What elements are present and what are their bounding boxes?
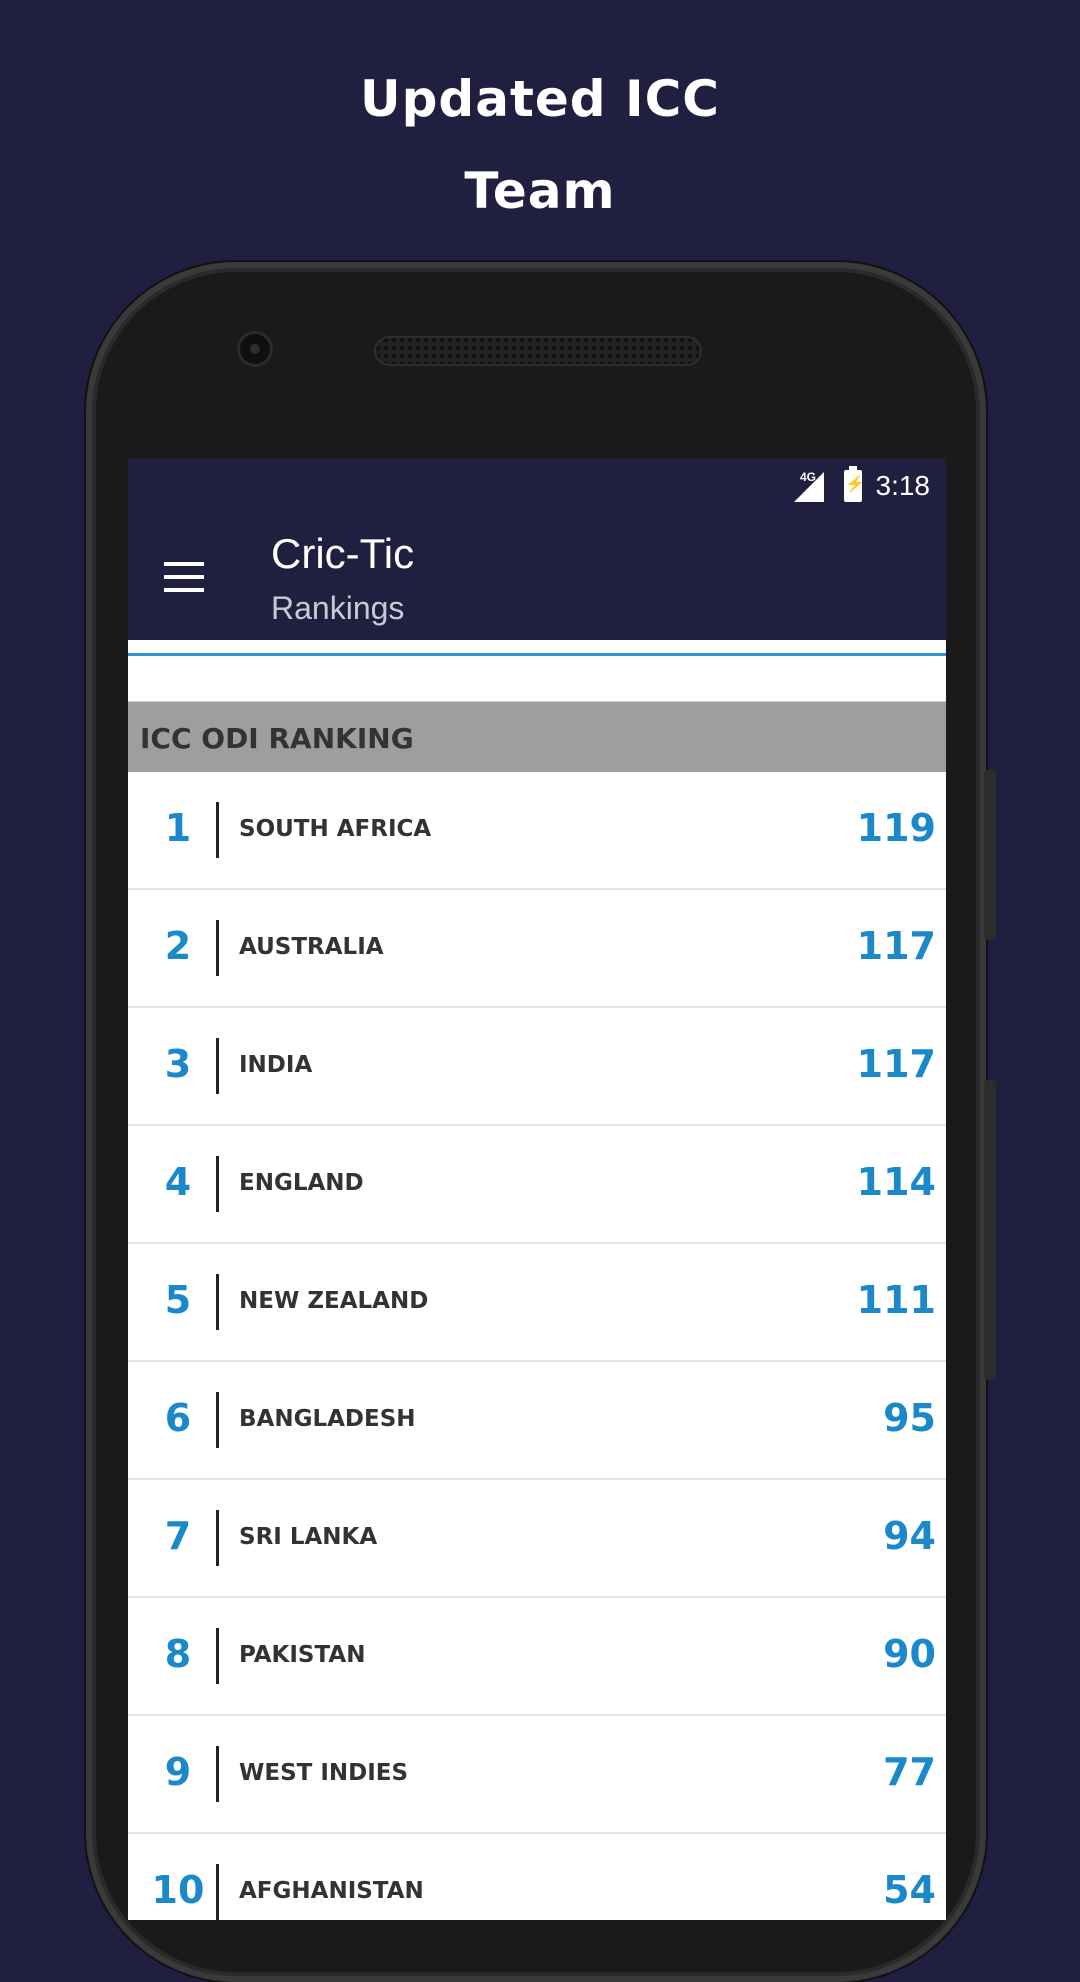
team-name: AUSTRALIA xyxy=(239,934,384,960)
rating-points: 90 xyxy=(883,1632,936,1676)
ranking-row[interactable]: 10 AFGHANISTAN 54 xyxy=(128,1834,946,1920)
rating-points: 117 xyxy=(856,1042,936,1086)
phone-side-button-volume xyxy=(984,1080,996,1380)
signal-icon xyxy=(794,472,824,502)
phone-side-button-power xyxy=(984,770,996,940)
row-divider xyxy=(216,1038,219,1094)
row-divider xyxy=(216,1628,219,1684)
promo-title-line-2: Team xyxy=(464,162,616,220)
team-name: AFGHANISTAN xyxy=(239,1878,424,1904)
team-name: BANGLADESH xyxy=(239,1406,416,1432)
rank-number: 3 xyxy=(164,1042,192,1086)
ranking-row[interactable]: 9 WEST INDIES 77 xyxy=(128,1716,946,1834)
rank-number: 1 xyxy=(164,806,192,850)
promo-title-line-1: Updated ICC xyxy=(360,70,720,128)
team-name: NEW ZEALAND xyxy=(239,1288,429,1314)
section-title: ICC ODI RANKING xyxy=(140,722,414,755)
rating-points: 114 xyxy=(856,1160,936,1204)
rank-number: 8 xyxy=(164,1632,192,1676)
phone-screen: 4G 3:18 Cric-Tic Rankings ICC ODI RANKIN… xyxy=(128,458,946,1920)
team-name: INDIA xyxy=(239,1052,313,1078)
status-time: 3:18 xyxy=(875,470,931,501)
row-divider xyxy=(216,920,219,976)
team-name: SRI LANKA xyxy=(239,1524,378,1550)
ranking-row[interactable]: 2 AUSTRALIA 117 xyxy=(128,890,946,1008)
ranking-row[interactable]: 3 INDIA 117 xyxy=(128,1008,946,1126)
rating-points: 95 xyxy=(883,1396,936,1440)
rank-number: 7 xyxy=(164,1514,192,1558)
row-divider xyxy=(216,1156,219,1212)
battery-charging-icon xyxy=(844,466,865,502)
row-divider xyxy=(216,1274,219,1330)
app-bar: Cric-Tic Rankings xyxy=(128,514,946,640)
rank-number: 9 xyxy=(164,1750,192,1794)
section-header: ICC ODI RANKING xyxy=(128,702,946,772)
rating-points: 94 xyxy=(883,1514,936,1558)
status-bar: 4G 3:18 xyxy=(128,458,946,514)
row-divider xyxy=(216,1392,219,1448)
rating-points: 119 xyxy=(856,806,936,850)
rating-points: 54 xyxy=(883,1868,936,1912)
ranking-row[interactable]: 8 PAKISTAN 90 xyxy=(128,1598,946,1716)
row-divider xyxy=(216,1864,219,1920)
rating-points: 111 xyxy=(856,1278,936,1322)
front-camera xyxy=(240,334,270,364)
team-name: ENGLAND xyxy=(239,1170,364,1196)
rank-number: 10 xyxy=(151,1868,205,1912)
row-divider xyxy=(216,1510,219,1566)
ranking-row[interactable]: 6 BANGLADESH 95 xyxy=(128,1362,946,1480)
ranking-row[interactable]: 7 SRI LANKA 94 xyxy=(128,1480,946,1598)
rank-number: 5 xyxy=(164,1278,192,1322)
row-divider xyxy=(216,802,219,858)
ranking-row[interactable]: 4 ENGLAND 114 xyxy=(128,1126,946,1244)
team-name: WEST INDIES xyxy=(239,1760,409,1786)
rank-number: 2 xyxy=(164,924,192,968)
earpiece-speaker xyxy=(374,336,702,366)
rank-number: 4 xyxy=(164,1160,192,1204)
rank-number: 6 xyxy=(164,1396,192,1440)
app-title: Cric-Tic xyxy=(271,530,415,577)
ranking-row[interactable]: 1 SOUTH AFRICA 119 xyxy=(128,772,946,890)
row-divider xyxy=(216,1746,219,1802)
app-subtitle: Rankings xyxy=(271,590,405,626)
team-name: PAKISTAN xyxy=(239,1642,366,1668)
rating-points: 77 xyxy=(883,1750,936,1794)
ranking-row[interactable]: 5 NEW ZEALAND 111 xyxy=(128,1244,946,1362)
team-name: SOUTH AFRICA xyxy=(239,816,432,842)
rating-points: 117 xyxy=(856,924,936,968)
hamburger-menu-icon[interactable] xyxy=(164,562,204,592)
rankings-list: 1 SOUTH AFRICA 119 2 AUSTRALIA 117 3 IND… xyxy=(128,772,946,1920)
tab-indicator-line xyxy=(128,653,946,656)
